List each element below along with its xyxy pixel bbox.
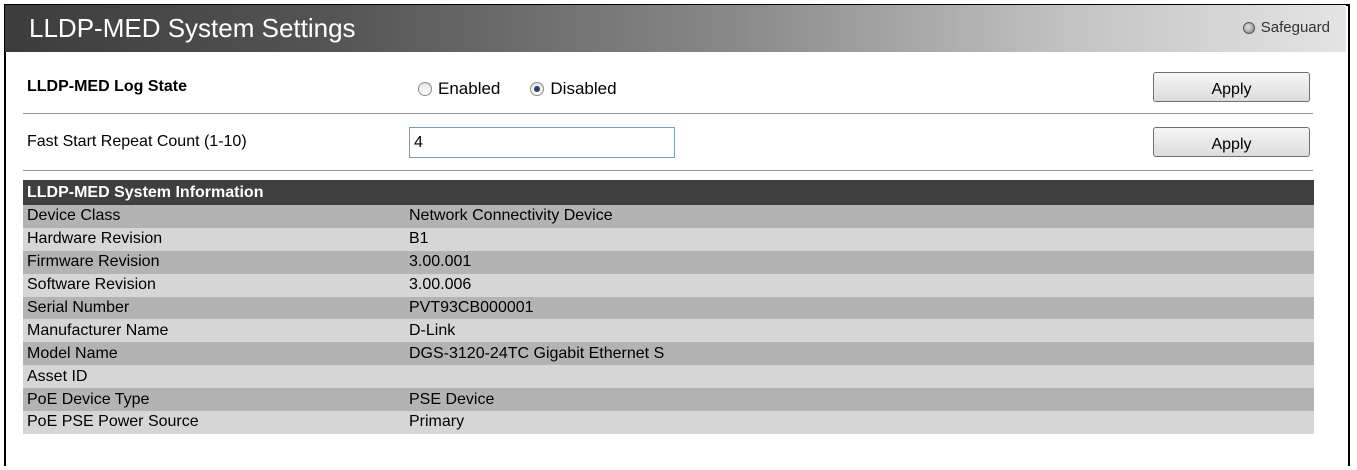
table-row: Hardware Revision B1 (23, 227, 1314, 251)
log-state-apply-button[interactable]: Apply (1153, 72, 1310, 102)
safeguard-icon (1242, 21, 1255, 34)
row-key: Manufacturer Name (27, 321, 169, 339)
table-row: PoE PSE Power Source Primary (23, 411, 1314, 434)
table-row: Software Revision 3.00.006 (23, 273, 1314, 297)
row-key: PoE PSE Power Source (27, 413, 199, 431)
disabled-radio-label[interactable]: Disabled (550, 79, 616, 99)
row-key: Software Revision (27, 276, 156, 294)
row-key: Serial Number (27, 299, 130, 316)
row-key: Firmware Revision (27, 253, 160, 271)
table-row: Firmware Revision 3.00.001 (23, 250, 1314, 274)
row-key: Asset ID (27, 367, 88, 385)
divider (23, 170, 1313, 171)
fast-start-label: Fast Start Repeat Count (1-10) (27, 133, 247, 150)
row-value: D-Link (409, 321, 456, 339)
row-key: Hardware Revision (27, 230, 163, 248)
row-key: Device Class (27, 207, 121, 225)
row-value: 3.00.001 (409, 253, 472, 271)
log-state-radio-group: Enabled Disabled (418, 79, 647, 99)
table-row: PoE Device Type PSE Device (23, 388, 1314, 412)
row-value: Primary (409, 413, 465, 431)
title-bar: LLDP-MED System Settings Safeguard (5, 5, 1346, 52)
fast-start-count-input[interactable] (409, 127, 675, 158)
enabled-radio[interactable] (418, 82, 432, 96)
row-value: B1 (409, 230, 429, 248)
safeguard-label: Safeguard (1260, 19, 1330, 36)
disabled-radio[interactable] (530, 82, 545, 96)
page-title: LLDP-MED System Settings (29, 13, 356, 43)
safeguard-indicator[interactable]: Safeguard (1242, 19, 1330, 36)
row-key: PoE Device Type (27, 390, 150, 408)
table-row: Model Name DGS-3120-24TC Gigabit Ethernet… (23, 342, 1314, 366)
row-value: 3.00.006 (409, 276, 472, 294)
table-row: Manufacturer Name D-Link (23, 319, 1314, 343)
system-info-table: LLDP-MED System Information Device Class… (23, 180, 1314, 434)
table-row: Device Class Network Connectivity Device (23, 205, 1314, 228)
table-row: Asset ID (23, 365, 1314, 389)
system-info-header: LLDP-MED System Information (23, 180, 1314, 205)
row-key: Model Name (27, 344, 118, 362)
table-row: Serial Number PVT93CB000001 (23, 296, 1314, 320)
row-value: DGS-3120-24TC Gigabit Ethernet S (409, 344, 665, 362)
row-value: PSE Device (409, 390, 495, 408)
log-state-label: LLDP-MED Log State (27, 78, 187, 95)
enabled-radio-label[interactable]: Enabled (438, 79, 500, 99)
row-value: Network Connectivity Device (409, 207, 613, 225)
divider (23, 113, 1313, 114)
row-value: PVT93CB000001 (409, 299, 534, 316)
fast-start-apply-button[interactable]: Apply (1153, 127, 1310, 157)
